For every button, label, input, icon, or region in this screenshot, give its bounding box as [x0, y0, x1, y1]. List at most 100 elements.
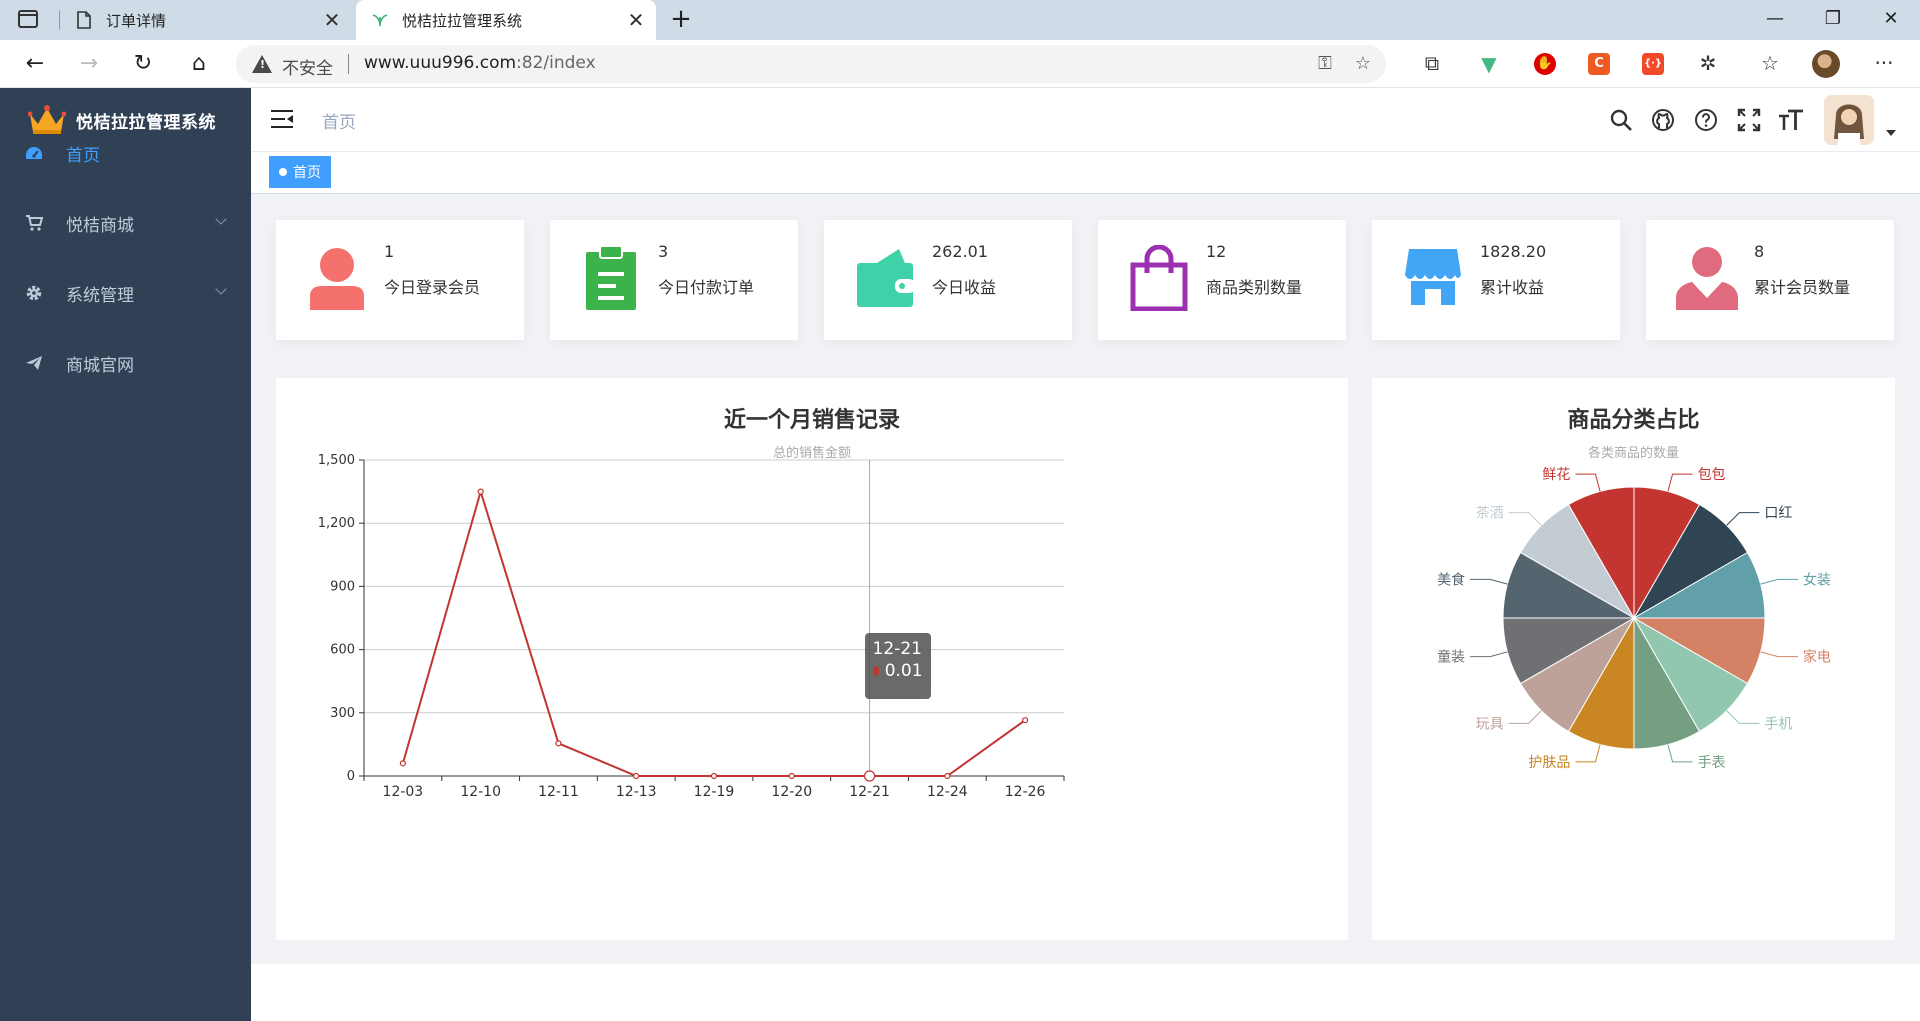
x-tick-label: 12-19	[694, 784, 735, 800]
url-field[interactable]: 不安全 www.uuu996.com:82/index ⚿ ☆	[236, 45, 1386, 83]
stat-card-total-members[interactable]: 8 累计会员数量	[1646, 220, 1894, 340]
label-leader-line	[1760, 651, 1798, 658]
breadcrumb[interactable]: 首页	[322, 108, 356, 133]
help-icon[interactable]	[1692, 106, 1720, 134]
home-button[interactable]: ⌂	[184, 49, 214, 79]
pie-label: 玩具	[1476, 716, 1504, 732]
extensions-icon[interactable]: ✲	[1696, 51, 1720, 75]
x-tick-label: 12-26	[1005, 784, 1046, 800]
stat-label: 累计会员数量	[1754, 278, 1851, 297]
stat-label: 今日收益	[932, 278, 997, 297]
new-tab-button[interactable]: +	[666, 4, 696, 34]
menu-item-official-site[interactable]: 商城官网	[0, 335, 251, 391]
caret-down-icon[interactable]	[1886, 130, 1896, 136]
stat-label: 商品类别数量	[1206, 278, 1303, 297]
pie-label: 童装	[1437, 649, 1465, 666]
stat-card-login-members[interactable]: 1 今日登录会员	[276, 220, 524, 340]
c-extension[interactable]: C	[1588, 53, 1610, 75]
sales-line-chart[interactable]: 0 300 600 900 1,200 1,500 12-03 12-10 12-11 12-13…	[276, 378, 1348, 940]
tab-actions-icon[interactable]	[18, 10, 38, 28]
plant-icon	[370, 10, 390, 30]
category-pie-chart[interactable]: 包包口红女装家电手机手表 护肤品 玩具 童装 美食 茶酒 鲜花	[1372, 378, 1895, 940]
security-label: 不安全	[282, 59, 333, 79]
x-tick-label: 12-03	[383, 784, 424, 800]
menu-item-label: 悦桔商城	[66, 215, 134, 236]
font-size-icon[interactable]	[1777, 106, 1805, 134]
more-menu-button[interactable]: ···	[1872, 51, 1896, 75]
minimize-button[interactable]: —	[1752, 4, 1798, 34]
menu-item-system[interactable]: 系统管理	[0, 265, 251, 321]
back-button[interactable]: ←	[20, 49, 50, 79]
sidebar: 悦桔拉拉管理系统 首页 悦桔商城 系统管理 商城官网	[0, 88, 251, 1021]
y-tick-label: 900	[330, 579, 355, 594]
add-favorite-icon[interactable]: ☆	[1352, 53, 1374, 75]
shopping-bag-icon	[1128, 244, 1190, 312]
tooltip-value-row: 0.01	[872, 660, 923, 681]
footer-strip	[251, 964, 1920, 1021]
category-pie-panel: 商品分类占比 各类商品的数量 包包 口红 女装 家电 手机 手表 护肤品 玩具 童装 美食 茶酒 鲜花	[1372, 378, 1895, 940]
github-icon[interactable]	[1649, 106, 1677, 134]
sales-chart-panel: 近一个月销售记录 总的销售金额 0 300 600 900 1,200 1,500 12-0…	[276, 378, 1348, 940]
user-avatar[interactable]	[1824, 95, 1874, 145]
pie-label: 茶酒	[1476, 506, 1504, 522]
stat-card-today-revenue[interactable]: 262.01 今日收益	[824, 220, 1072, 340]
stat-card-paid-orders[interactable]: 3 今日付款订单	[550, 220, 798, 340]
chevron-down-icon	[215, 283, 227, 295]
y-tick-label: 1,200	[318, 516, 355, 531]
pie-label: 鲜花	[1542, 467, 1570, 483]
storefront-icon	[1402, 244, 1464, 312]
fullscreen-icon[interactable]	[1735, 106, 1763, 134]
tab-title: 订单详情	[106, 11, 167, 30]
tag-home[interactable]: 首页	[269, 156, 331, 188]
tab-admin-system[interactable]: 悦桔拉拉管理系统 ✕	[356, 0, 656, 40]
browser-tab-bar: 订单详情 ✕ 悦桔拉拉管理系统 ✕ + — ❐ ✕	[0, 0, 1920, 40]
vue-devtools-extension[interactable]: ▼	[1478, 53, 1500, 75]
data-point	[633, 772, 640, 780]
tags-view: 首页	[251, 152, 1920, 194]
dashboard-content: 1 今日登录会员 3 今日付款订单 262.01 今日收益 12 商品类别数量	[251, 194, 1920, 964]
close-window-button[interactable]: ✕	[1868, 4, 1914, 34]
x-tick-label: 12-20	[771, 784, 812, 800]
hamburger-icon[interactable]	[271, 110, 293, 128]
json-extension[interactable]: {·}	[1642, 53, 1664, 75]
series-line	[401, 488, 1026, 778]
x-tick-label: 12-24	[927, 784, 968, 800]
stat-card-category-count[interactable]: 12 商品类别数量	[1098, 220, 1346, 340]
document-icon	[74, 10, 94, 30]
reload-button[interactable]: ↻	[128, 49, 158, 79]
tooltip-value: 0.01	[884, 660, 923, 681]
tab-close-icon[interactable]: ✕	[322, 10, 342, 30]
tab-close-icon[interactable]: ✕	[626, 10, 646, 30]
data-point	[788, 772, 795, 780]
profile-avatar[interactable]	[1812, 50, 1840, 78]
stat-value: 1	[384, 242, 395, 261]
stat-label: 今日付款订单	[658, 278, 755, 297]
clipboard-icon	[580, 244, 642, 312]
pie-label: 包包	[1698, 467, 1726, 483]
menu-item-mall[interactable]: 悦桔商城	[0, 195, 251, 251]
pie-label: 女装	[1803, 571, 1831, 588]
data-point	[1022, 717, 1029, 724]
menu-item-label: 首页	[66, 145, 100, 166]
tooltip-date: 12-21	[872, 638, 922, 659]
collections-icon[interactable]: ⧉	[1420, 51, 1444, 75]
maximize-button[interactable]: ❐	[1810, 4, 1856, 34]
data-point	[710, 772, 718, 780]
adblock-extension[interactable]: ✋	[1534, 53, 1556, 75]
label-leader-line	[1575, 744, 1601, 763]
tag-label: 首页	[293, 165, 321, 181]
main-area: 首页 首页 1 今日登录会员 3 今日付款订单 262.01 今日收益 12 商…	[251, 88, 1920, 1021]
url-text: www.uuu996.com:82/index	[364, 53, 596, 73]
favorites-icon[interactable]: ☆	[1758, 51, 1782, 75]
forward-button[interactable]: →	[74, 49, 104, 79]
stat-value: 12	[1206, 242, 1227, 261]
url-path: :82/index	[516, 53, 596, 73]
search-icon[interactable]	[1607, 106, 1635, 134]
stat-card-total-revenue[interactable]: 1828.20 累计收益	[1372, 220, 1620, 340]
key-icon[interactable]: ⚿	[1314, 53, 1336, 75]
menu-item-home[interactable]: 首页	[0, 125, 251, 181]
label-leader-line	[1470, 578, 1508, 585]
tab-order-detail[interactable]: 订单详情 ✕	[60, 0, 352, 40]
y-tick-label: 300	[330, 706, 355, 721]
data-point	[555, 740, 562, 747]
